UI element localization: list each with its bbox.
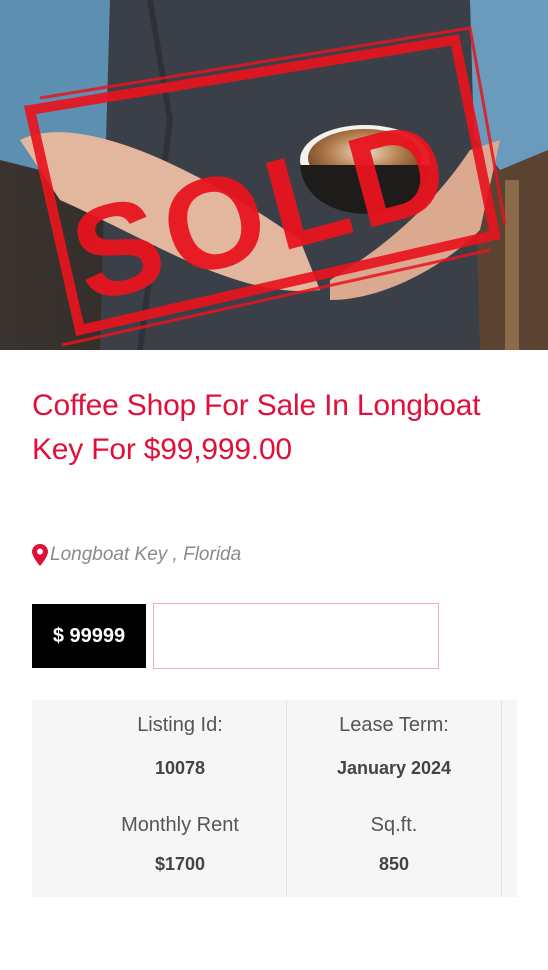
monthly-rent-label: Monthly Rent — [121, 814, 239, 836]
location-text: Longboat Key , Florida — [50, 544, 242, 565]
location-row: Longboat Key , Florida — [32, 544, 241, 566]
listing-id-value: 10078 — [154, 758, 206, 778]
details-column-1: Listing Id: 10078 Monthly Rent $1700 — [74, 700, 286, 897]
map-pin-icon — [32, 544, 48, 566]
listing-details: Listing Id: 10078 Monthly Rent $1700 Lea… — [32, 700, 517, 897]
details-column-2: Lease Term: January 2024 Sq.ft. 850 — [286, 700, 502, 897]
sqft-value: 850 — [378, 854, 410, 874]
price-badge: $ 99999 — [32, 604, 146, 668]
price-box — [153, 603, 439, 669]
monthly-rent-value: $1700 — [154, 854, 206, 874]
listing-photo[interactable]: SOLD — [0, 0, 548, 350]
listing-id-label: Listing Id: — [137, 714, 223, 736]
sqft-label: Sq.ft. — [370, 814, 418, 836]
lease-term-label: Lease Term: — [339, 714, 449, 736]
lease-term-value: January 2024 — [336, 758, 452, 778]
listing-title[interactable]: Coffee Shop For Sale In Longboat Key For… — [32, 384, 532, 472]
listing-photo-graphic: SOLD — [0, 0, 548, 350]
